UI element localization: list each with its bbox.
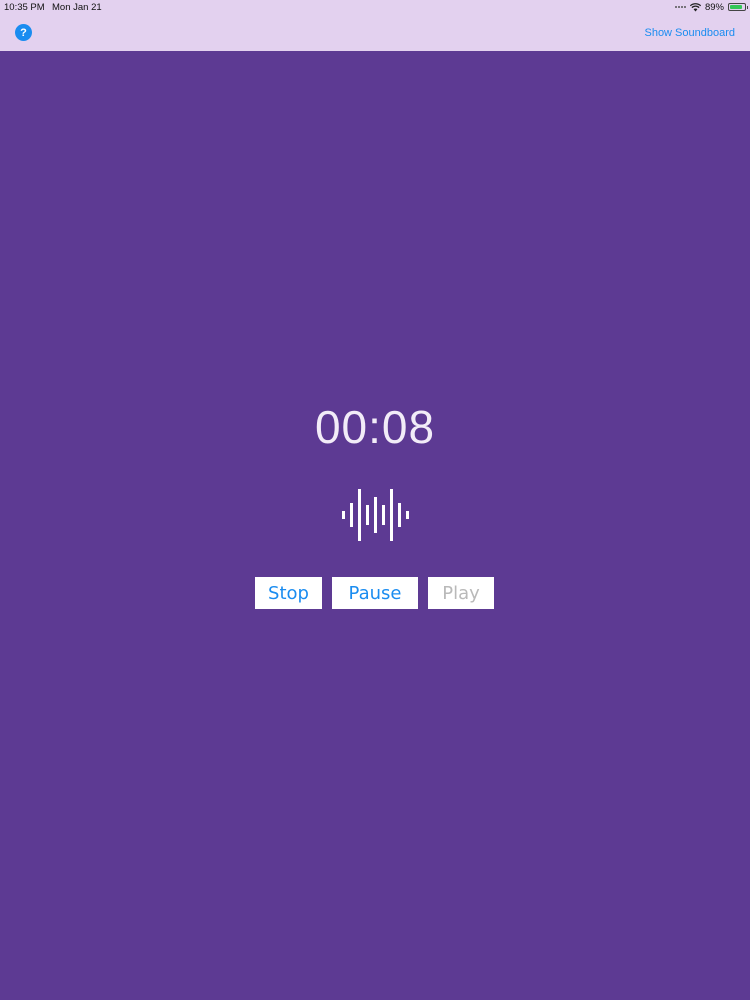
show-soundboard-button[interactable]: Show Soundboard	[644, 27, 735, 39]
status-time: 10:35 PM	[4, 2, 45, 13]
status-indicators: 89%	[674, 1, 748, 13]
battery-percent: 89%	[704, 1, 724, 13]
recording-timer: 00:08	[314, 401, 436, 453]
playback-controls: Stop Pause Play	[255, 577, 494, 609]
status-date: Mon Jan 21	[52, 2, 102, 13]
waveform-icon	[342, 489, 409, 541]
top-bar: 10:35 PM Mon Jan 21 89% ? Show Soundboar…	[0, 0, 750, 51]
stop-button[interactable]: Stop	[255, 577, 322, 609]
help-button[interactable]: ?	[15, 24, 32, 41]
question-circle-icon: ?	[20, 26, 27, 39]
battery-level	[730, 5, 743, 9]
pause-button[interactable]: Pause	[332, 577, 418, 609]
play-button[interactable]: Play	[428, 577, 494, 609]
signal-dots-icon	[674, 6, 686, 8]
status-bar: 10:35 PM Mon Jan 21 89%	[0, 0, 750, 14]
battery-charging-icon	[728, 3, 748, 11]
wifi-icon	[689, 2, 701, 11]
